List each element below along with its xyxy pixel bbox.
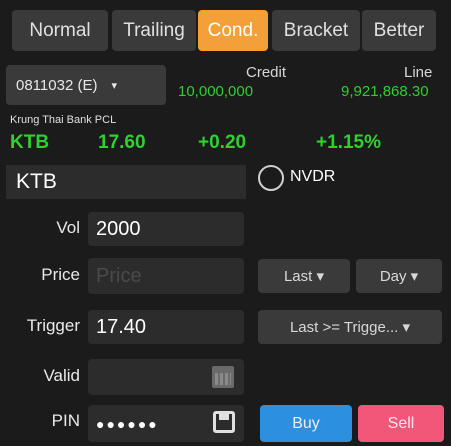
credit-value: 10,000,000 — [178, 83, 254, 100]
account-value: 0811032 (E) — [16, 76, 98, 94]
tab-trailing[interactable]: Trailing — [112, 10, 196, 51]
calendar-icon[interactable] — [212, 366, 234, 388]
save-icon[interactable] — [213, 411, 235, 433]
tab-cond[interactable]: Cond. — [198, 10, 268, 51]
symbol-input[interactable]: KTB — [6, 165, 246, 199]
tab-bracket[interactable]: Bracket — [272, 10, 360, 51]
pin-label: PIN — [51, 411, 80, 430]
buy-button[interactable]: Buy — [260, 405, 352, 442]
nvdr-radio[interactable] — [258, 165, 284, 191]
price-input[interactable]: Price — [88, 258, 244, 294]
credit-label: Credit — [246, 64, 287, 81]
valid-label: Valid — [43, 366, 80, 385]
company-name: Krung Thai Bank PCL — [10, 114, 117, 126]
quote-change: +0.20 — [198, 132, 247, 153]
trigger-label: Trigger — [26, 316, 80, 335]
validity-dropdown[interactable]: Day ▾ — [356, 259, 442, 293]
account-dropdown[interactable]: 0811032 (E) ▾ — [6, 65, 166, 105]
vol-label: Vol — [56, 218, 80, 237]
tab-normal[interactable]: Normal — [12, 10, 108, 51]
vol-input[interactable]: 2000 — [88, 212, 244, 246]
price-label: Price — [41, 265, 80, 284]
quote-price: 17.60 — [98, 132, 146, 153]
line-value: 9,921,868.30 — [341, 83, 429, 100]
sell-button[interactable]: Sell — [358, 405, 444, 442]
quote-symbol: KTB — [10, 132, 50, 153]
line-label: Line — [404, 64, 433, 81]
quote-percent: +1.15% — [316, 132, 381, 153]
chevron-down-icon: ▾ — [111, 79, 117, 92]
nvdr-label: NVDR — [290, 168, 336, 185]
trigger-input[interactable]: 17.40 — [88, 310, 244, 344]
trigger-condition-dropdown[interactable]: Last >= Trigge... ▾ — [258, 310, 442, 344]
tab-better[interactable]: Better — [362, 10, 436, 51]
price-type-dropdown[interactable]: Last ▾ — [258, 259, 350, 293]
